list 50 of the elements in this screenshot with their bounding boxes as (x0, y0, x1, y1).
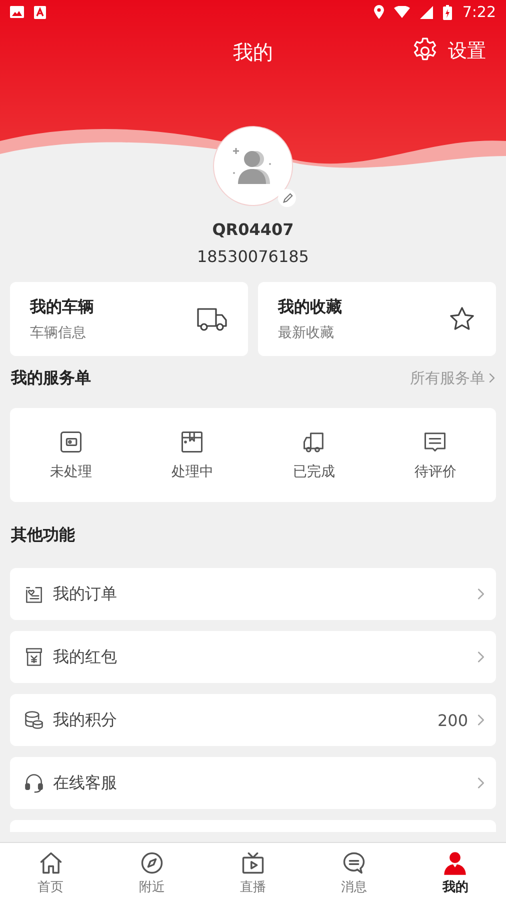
username: QR04407 (212, 220, 294, 239)
card-title: 我的收藏 (278, 296, 343, 318)
coins-icon (23, 709, 45, 731)
signal-icon (420, 6, 434, 18)
chat-icon (341, 850, 368, 876)
nav-tab[interactable]: 首页 (0, 843, 102, 900)
card-subtitle: 车辆信息 (30, 324, 87, 342)
battery-icon (443, 4, 452, 20)
menu-item[interactable]: 我的红包 (10, 631, 496, 683)
service-status-button[interactable]: 未处理 (10, 429, 132, 481)
shortcut-card[interactable]: 我的收藏 最新收藏 (258, 282, 496, 356)
location-icon (374, 5, 384, 19)
nav-tab[interactable]: 我的 (404, 843, 506, 900)
wallet-icon (58, 429, 84, 455)
image-icon (10, 6, 24, 18)
truck-icon (196, 306, 228, 332)
card-subtitle: 最新收藏 (278, 324, 335, 342)
shortcut-card[interactable]: 我的车辆 车辆信息 (10, 282, 248, 356)
menu-item[interactable]: 我的积分 200 (10, 694, 496, 746)
box-icon (179, 429, 206, 455)
star-icon (448, 305, 476, 333)
tv-icon (240, 850, 266, 876)
home-icon (38, 850, 64, 876)
envelope-icon (23, 646, 45, 668)
chevron-right-icon (488, 372, 496, 384)
headset-icon (23, 772, 45, 794)
compass-icon (138, 850, 165, 876)
status-time: 7:22 (462, 3, 496, 21)
menu-item[interactable]: 我的订单 (10, 568, 496, 620)
chevron-right-icon (476, 650, 486, 664)
chevron-right-icon (476, 713, 486, 727)
nav-tab[interactable]: 直播 (202, 843, 304, 900)
app-notification-icon (34, 6, 46, 18)
page-title: 我的 (233, 38, 273, 66)
section-title: 其他功能 (11, 524, 75, 546)
phone-number: 18530076185 (197, 247, 309, 266)
service-status-button[interactable]: 已完成 (253, 429, 374, 481)
service-status-button[interactable]: 处理中 (132, 429, 253, 481)
chevron-right-icon (476, 587, 486, 601)
section-title: 我的服务单 (11, 368, 91, 388)
wifi-icon (394, 6, 410, 18)
nav-tab[interactable]: 附近 (101, 843, 202, 900)
settings-button[interactable]: 设置 (410, 36, 486, 66)
menu-item[interactable]: 在线客服 (10, 757, 496, 809)
pencil-icon[interactable] (282, 192, 292, 204)
card-title: 我的车辆 (30, 296, 95, 318)
chevron-right-icon (476, 776, 486, 790)
person-icon (442, 850, 468, 876)
service-status-button[interactable]: 待评价 (374, 429, 496, 481)
nav-tab[interactable]: 消息 (304, 843, 405, 900)
